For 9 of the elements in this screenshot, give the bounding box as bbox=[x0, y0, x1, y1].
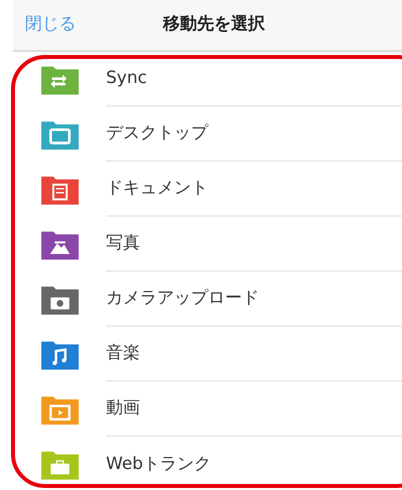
folder-name[interactable]: ドキュメント bbox=[106, 176, 208, 202]
screen-title: 移動先を選択 bbox=[163, 13, 265, 36]
folder-name[interactable]: 動画 bbox=[106, 396, 140, 422]
folder-name[interactable]: Sync bbox=[106, 66, 147, 92]
folder-name[interactable]: 音楽 bbox=[106, 340, 140, 366]
folder-name[interactable]: カメラアップロード bbox=[106, 286, 259, 312]
folder-name[interactable]: Webトランク bbox=[106, 452, 212, 478]
folder-name[interactable]: 写真 bbox=[106, 230, 140, 256]
folder-name[interactable]: デスクトップ bbox=[106, 120, 208, 146]
